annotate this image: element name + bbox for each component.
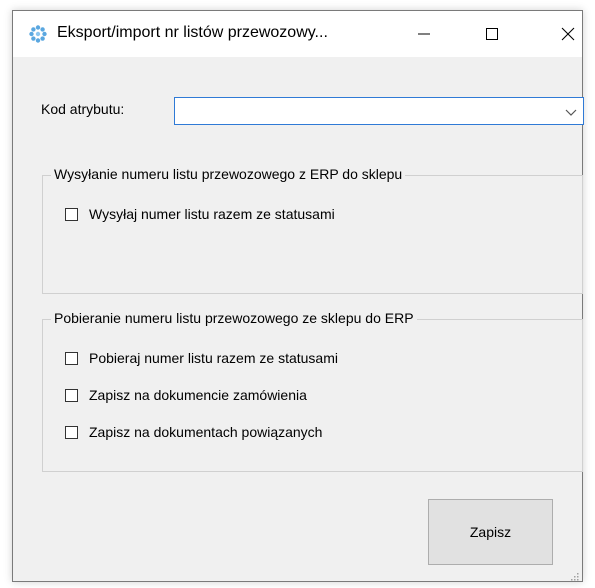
send-with-statuses-label[interactable]: Wysyłaj numer listu razem ze statusami — [89, 206, 335, 222]
save-on-related-checkbox[interactable] — [65, 425, 78, 439]
send-with-statuses-option[interactable]: Wysyłaj numer listu razem ze statusami — [65, 206, 335, 222]
dialog-content: Kod atrybutu: Wysyłanie numeru listu prz… — [13, 57, 584, 581]
fetch-groupbox: Pobieranie numeru listu przewozowego ze … — [42, 310, 583, 472]
fetch-with-statuses-checkbox[interactable] — [65, 351, 78, 365]
fetch-group-legend: Pobieranie numeru listu przewozowego ze … — [51, 310, 417, 326]
chevron-down-icon[interactable] — [565, 105, 577, 123]
send-groupbox: Wysyłanie numeru listu przewozowego z ER… — [42, 166, 583, 294]
title-bar[interactable]: Eksport/import nr listów przewozowy... — [13, 11, 582, 57]
send-group-legend: Wysyłanie numeru listu przewozowego z ER… — [51, 166, 406, 182]
window-title: Eksport/import nr listów przewozowy... — [57, 24, 328, 41]
fetch-with-statuses-label[interactable]: Pobieraj numer listu razem ze statusami — [89, 350, 338, 366]
save-on-order-option[interactable]: Zapisz na dokumencie zamówienia — [65, 387, 307, 403]
resize-grip-icon[interactable] — [569, 568, 579, 581]
maximize-icon — [485, 27, 499, 41]
save-on-related-option[interactable]: Zapisz na dokumentach powiązanych — [65, 424, 322, 440]
close-icon — [561, 27, 575, 41]
maximize-button[interactable] — [469, 11, 515, 57]
fetch-with-statuses-option[interactable]: Pobieraj numer listu razem ze statusami — [65, 350, 338, 366]
minimize-button[interactable] — [401, 11, 447, 57]
kod-atrybutu-select[interactable] — [174, 97, 584, 125]
close-button[interactable] — [545, 11, 591, 57]
gear-flower-icon — [29, 25, 47, 43]
save-on-order-checkbox[interactable] — [65, 388, 78, 402]
save-on-order-label[interactable]: Zapisz na dokumencie zamówienia — [89, 387, 307, 403]
save-button[interactable]: Zapisz — [428, 499, 553, 565]
send-with-statuses-checkbox[interactable] — [65, 207, 78, 221]
kod-atrybutu-label: Kod atrybutu: — [41, 101, 125, 117]
dialog-window: Eksport/import nr listów przewozowy... K… — [12, 10, 584, 582]
save-on-related-label[interactable]: Zapisz na dokumentach powiązanych — [89, 424, 322, 440]
minimize-icon — [417, 27, 431, 41]
